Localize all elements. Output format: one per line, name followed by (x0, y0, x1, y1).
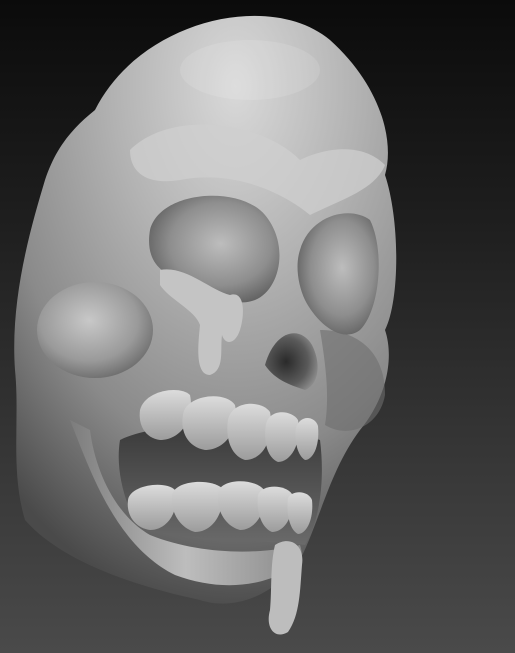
cheekbone (37, 282, 153, 378)
skull-render (14, 15, 397, 635)
chin-drip (268, 541, 303, 635)
sculpt-viewport (0, 0, 515, 653)
cranium-highlight (180, 40, 320, 100)
